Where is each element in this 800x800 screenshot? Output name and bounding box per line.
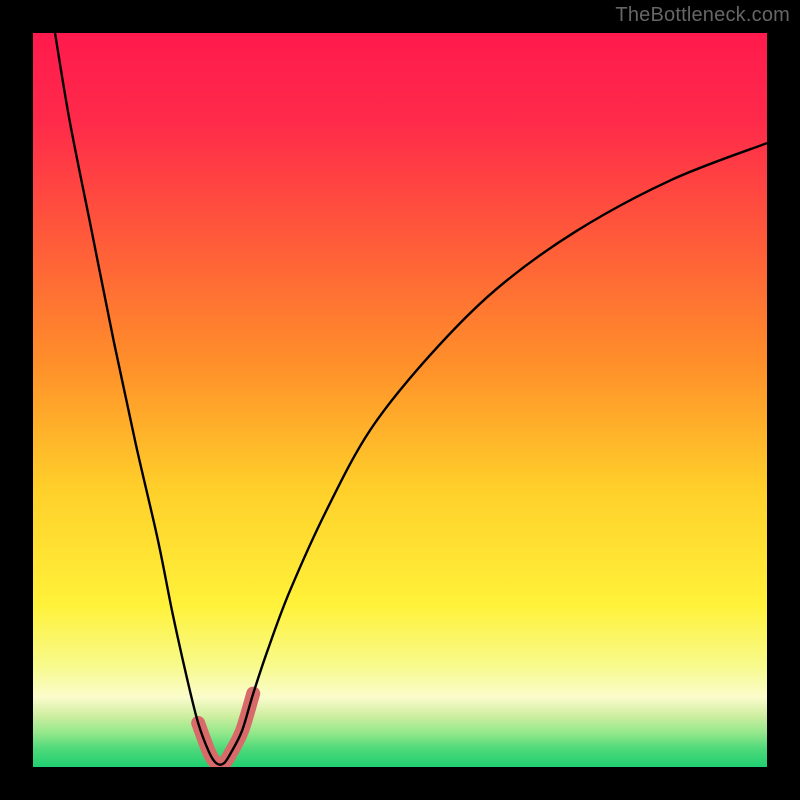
plot-area: [33, 33, 767, 767]
curve-layer: [33, 33, 767, 767]
bottleneck-curve: [55, 33, 767, 765]
chart-frame: TheBottleneck.com: [0, 0, 800, 800]
watermark-text: TheBottleneck.com: [615, 4, 790, 27]
highlight-band: [198, 694, 253, 765]
